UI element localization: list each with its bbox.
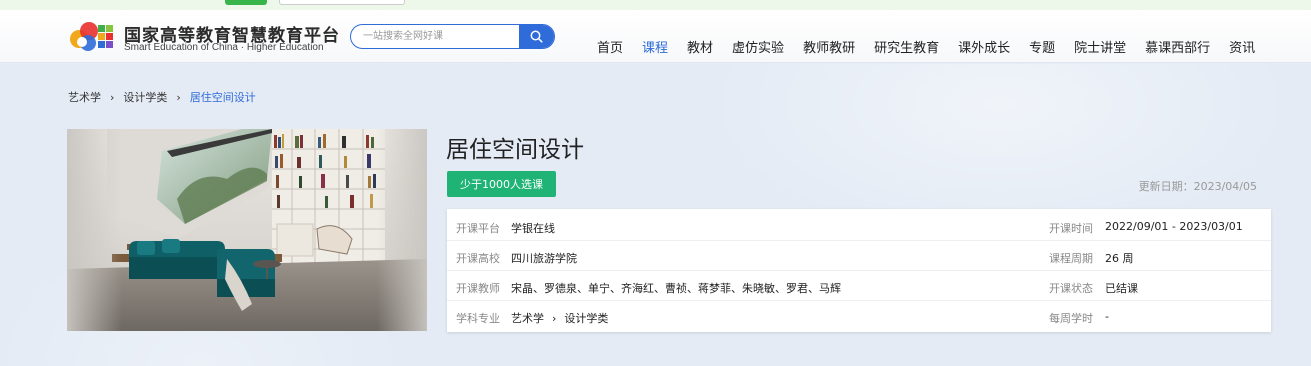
period-label: 课程周期	[1049, 252, 1093, 265]
info-row-platform: 开课平台 学银在线 开课时间 2022/09/01 - 2023/03/01	[447, 211, 1271, 241]
info-row-school: 开课高校 四川旅游学院 课程周期 26 周	[447, 241, 1271, 271]
period-value: 26 周	[1105, 252, 1134, 265]
status-label: 开课状态	[1049, 282, 1093, 295]
status-value: 已结课	[1105, 282, 1138, 295]
chevron-right-icon: ›	[176, 90, 181, 104]
info-row-teachers: 开课教师 宋晶、罗德泉、单宁、齐海红、曹祯、蒋梦菲、朱晓敏、罗君、马辉 开课状态…	[447, 271, 1271, 301]
site-header: 国家高等教育智慧教育平台 Smart Education of China · …	[0, 10, 1311, 63]
subject-category[interactable]: 设计学类	[564, 312, 608, 325]
course-cover-image	[67, 129, 427, 331]
weekly-hours-label: 每周学时	[1049, 312, 1093, 325]
breadcrumb-discipline[interactable]: 艺术学	[68, 89, 101, 105]
breadcrumb: 艺术学 › 设计学类 › 居住空间设计	[68, 89, 256, 105]
top-strip	[0, 0, 1311, 10]
time-value: 2022/09/01 - 2023/03/01	[1105, 220, 1243, 233]
nav-topics[interactable]: 专题	[1029, 37, 1055, 56]
teachers-value: 宋晶、罗德泉、单宁、齐海红、曹祯、蒋梦菲、朱晓敏、罗君、马辉	[511, 282, 841, 295]
nav-teacher-research[interactable]: 教师教研	[803, 37, 855, 56]
nav-extracurricular[interactable]: 课外成长	[958, 37, 1010, 56]
nav-home[interactable]: 首页	[597, 37, 623, 56]
course-title: 居住空间设计	[446, 137, 584, 163]
school-label: 开课高校	[456, 252, 500, 265]
enrollment-badge: 少于1000人选课	[447, 171, 556, 197]
chevron-right-icon: ›	[110, 90, 115, 104]
nav-textbooks[interactable]: 教材	[687, 37, 713, 56]
search-box	[350, 24, 555, 49]
search-button[interactable]	[519, 25, 554, 48]
nav-news[interactable]: 资讯	[1229, 37, 1255, 56]
top-strip-gray-button[interactable]	[279, 0, 405, 5]
nav-virtual-labs[interactable]: 虚仿实验	[732, 37, 784, 56]
nav-courses[interactable]: 课程	[642, 37, 668, 56]
weekly-hours-value: -	[1105, 310, 1109, 323]
platform-label: 开课平台	[456, 222, 500, 235]
subject-label: 学科专业	[456, 312, 500, 325]
school-value[interactable]: 四川旅游学院	[511, 250, 577, 266]
search-icon	[530, 30, 543, 43]
chevron-right-icon: ›	[552, 312, 557, 325]
search-input[interactable]	[351, 25, 520, 48]
nav-graduate-education[interactable]: 研究生教育	[874, 37, 939, 56]
subject-discipline[interactable]: 艺术学	[511, 312, 544, 325]
top-strip-green-button[interactable]	[225, 0, 267, 5]
platform-logo-icon[interactable]	[68, 19, 114, 55]
breadcrumb-category[interactable]: 设计学类	[123, 89, 167, 105]
time-label: 开课时间	[1049, 222, 1093, 235]
info-row-subject: 学科专业 艺术学 › 设计学类 每周学时 -	[447, 301, 1271, 331]
nav-mooc-west[interactable]: 慕课西部行	[1145, 37, 1210, 56]
brand-name-en: Smart Education of China · Higher Educat…	[124, 42, 324, 53]
update-date: 更新日期：2023/04/05	[1138, 180, 1257, 193]
breadcrumb-current: 居住空间设计	[189, 91, 256, 104]
subject-value: 艺术学 › 设计学类	[511, 310, 608, 326]
teachers-label: 开课教师	[456, 282, 500, 295]
course-info-table: 开课平台 学银在线 开课时间 2022/09/01 - 2023/03/01 开…	[447, 209, 1271, 332]
nav-academician-lectures[interactable]: 院士讲堂	[1074, 37, 1126, 56]
platform-value[interactable]: 学银在线	[511, 220, 555, 236]
